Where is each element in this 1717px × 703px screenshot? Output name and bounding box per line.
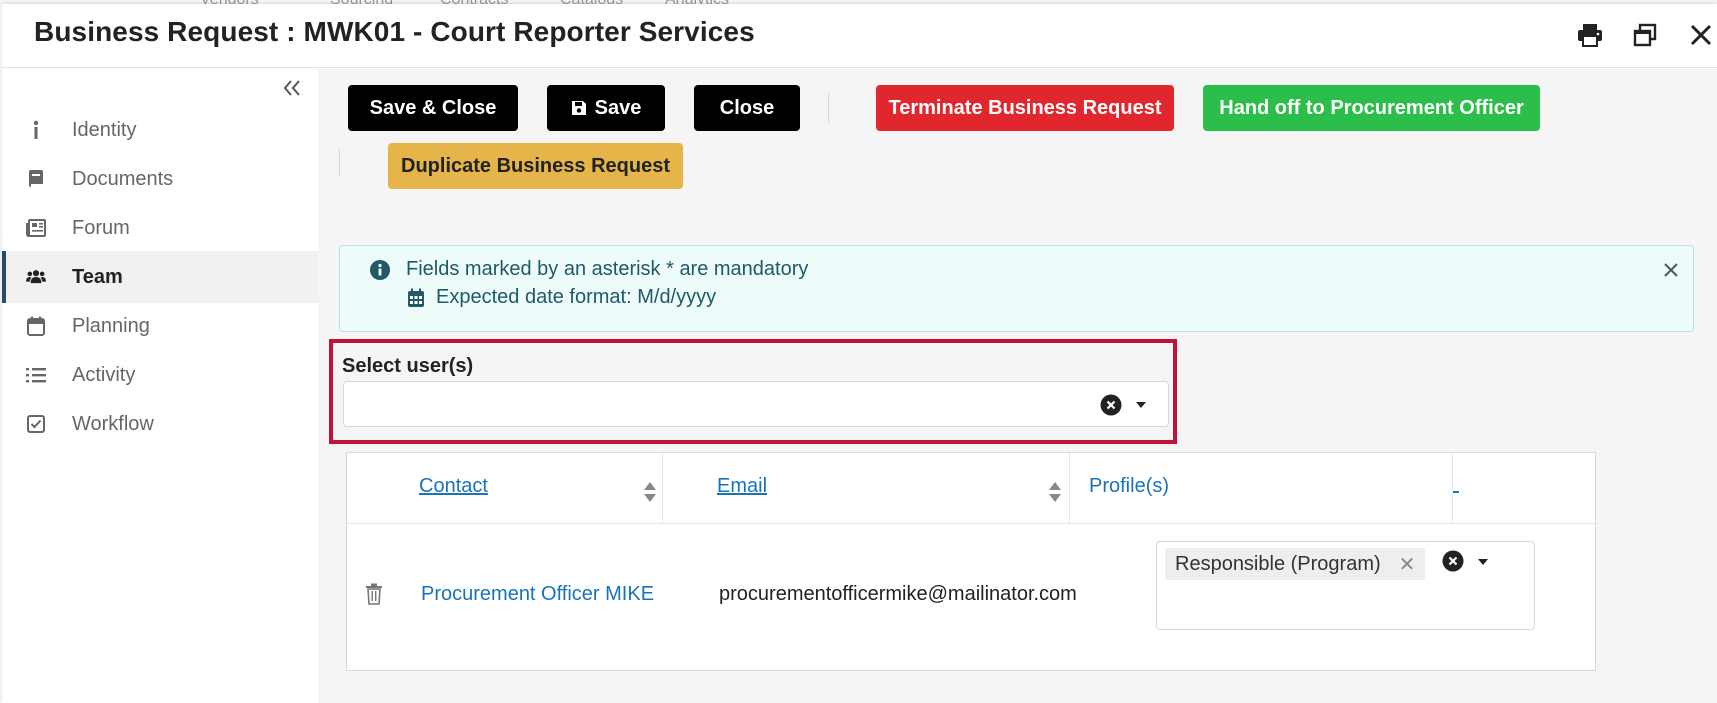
email-cell: procurementofficermike@mailinator.com <box>719 583 1077 605</box>
dismiss-banner-icon[interactable] <box>1661 260 1681 280</box>
modal-header: Business Request : MWK01 - Court Reporte… <box>2 4 1717 68</box>
profiles-multiselect[interactable]: Responsible (Program) ✕ <box>1156 541 1535 630</box>
collapse-sidebar-icon[interactable] <box>282 77 302 103</box>
email-column-header[interactable]: Email <box>717 475 767 498</box>
remove-chip-icon[interactable]: ✕ <box>1399 552 1416 577</box>
mandatory-notice-text: Fields marked by an asterisk * are manda… <box>406 258 809 280</box>
info-circle-icon <box>370 259 390 280</box>
duplicate-business-request-button[interactable]: Duplicate Business Request <box>388 143 683 189</box>
select-users-dropdown[interactable] <box>343 381 1169 427</box>
sidebar-item-forum[interactable]: Forum <box>2 202 318 254</box>
sidebar-item-label: Documents <box>72 167 174 190</box>
sidebar-item-label: Team <box>72 265 123 288</box>
contact-column-header[interactable]: Contact <box>419 475 488 498</box>
calendar-icon <box>406 288 426 308</box>
print-icon[interactable] <box>1575 20 1605 50</box>
sidebar-item-label: Workflow <box>72 412 154 435</box>
toolbar-divider <box>339 149 340 177</box>
table-row: Procurement Officer MIKE procurementoffi… <box>347 525 1595 671</box>
mandatory-notice: Fields marked by an asterisk * are manda… <box>370 258 808 281</box>
info-banner: Fields marked by an asterisk * are manda… <box>339 245 1694 332</box>
restore-window-icon[interactable] <box>1630 20 1660 50</box>
sidebar-item-documents[interactable]: Documents <box>2 153 318 205</box>
save-button-label: Save <box>594 96 642 119</box>
business-request-modal: Business Request : MWK01 - Court Reporte… <box>2 4 1717 703</box>
page-title: Business Request : MWK01 - Court Reporte… <box>34 16 755 47</box>
info-icon <box>26 120 46 140</box>
sidebar-item-workflow[interactable]: Workflow <box>2 398 318 450</box>
column-resize-handle[interactable] <box>1453 491 1459 493</box>
terminate-business-request-button[interactable]: Terminate Business Request <box>876 85 1174 131</box>
sidebar: Identity Documents Forum Team Planning A… <box>2 69 318 703</box>
hand-off-to-procurement-officer-button[interactable]: Hand off to Procurement Officer <box>1203 85 1540 131</box>
table-header-row: Contact Email Profile(s) <box>347 453 1595 524</box>
sort-icon[interactable] <box>643 481 657 503</box>
sidebar-item-identity[interactable]: Identity <box>2 104 318 156</box>
profile-chip: Responsible (Program) ✕ <box>1165 548 1426 580</box>
book-icon <box>26 169 46 189</box>
floppy-disk-icon <box>571 100 587 116</box>
clear-selection-icon[interactable] <box>1100 394 1122 416</box>
sort-icon[interactable] <box>1048 481 1062 503</box>
contact-link[interactable]: Procurement Officer MIKE <box>421 583 654 606</box>
date-format-notice: Expected date format: M/d/yyyy <box>406 286 716 309</box>
trash-icon[interactable] <box>365 583 383 605</box>
column-divider <box>1452 453 1453 524</box>
select-users-label: Select user(s) <box>342 355 474 377</box>
date-format-notice-text: Expected date format: M/d/yyyy <box>436 286 717 308</box>
users-icon <box>26 267 46 287</box>
sidebar-item-label: Identity <box>72 118 137 141</box>
checkbox-icon <box>26 414 46 434</box>
sidebar-item-team[interactable]: Team <box>2 251 318 303</box>
sidebar-item-label: Forum <box>72 216 130 239</box>
sidebar-item-planning[interactable]: Planning <box>2 300 318 352</box>
save-button[interactable]: Save <box>547 85 665 131</box>
chevron-down-icon[interactable] <box>1135 401 1147 409</box>
profiles-column-header[interactable]: Profile(s) <box>1089 475 1169 498</box>
sidebar-item-activity[interactable]: Activity <box>2 349 318 401</box>
list-icon <box>26 365 46 385</box>
sidebar-item-label: Activity <box>72 363 136 386</box>
chevron-down-icon[interactable] <box>1477 558 1489 566</box>
column-divider <box>662 453 663 524</box>
clear-selection-icon[interactable] <box>1442 550 1464 572</box>
close-button[interactable]: Close <box>694 85 800 131</box>
calendar-icon <box>26 316 46 336</box>
sidebar-item-label: Planning <box>72 314 150 337</box>
profile-chip-label: Responsible (Program) <box>1175 552 1381 575</box>
toolbar-divider <box>828 93 829 123</box>
newspaper-icon <box>26 218 46 238</box>
save-and-close-button[interactable]: Save & Close <box>348 85 518 131</box>
close-icon[interactable] <box>1688 20 1714 50</box>
column-divider <box>1069 453 1070 524</box>
select-users-highlight: Select user(s) <box>329 339 1177 444</box>
team-table: Contact Email Profile(s) Procurement Off… <box>346 452 1596 671</box>
main-content: Save & Close Save Close Terminate Busine… <box>318 69 1717 703</box>
